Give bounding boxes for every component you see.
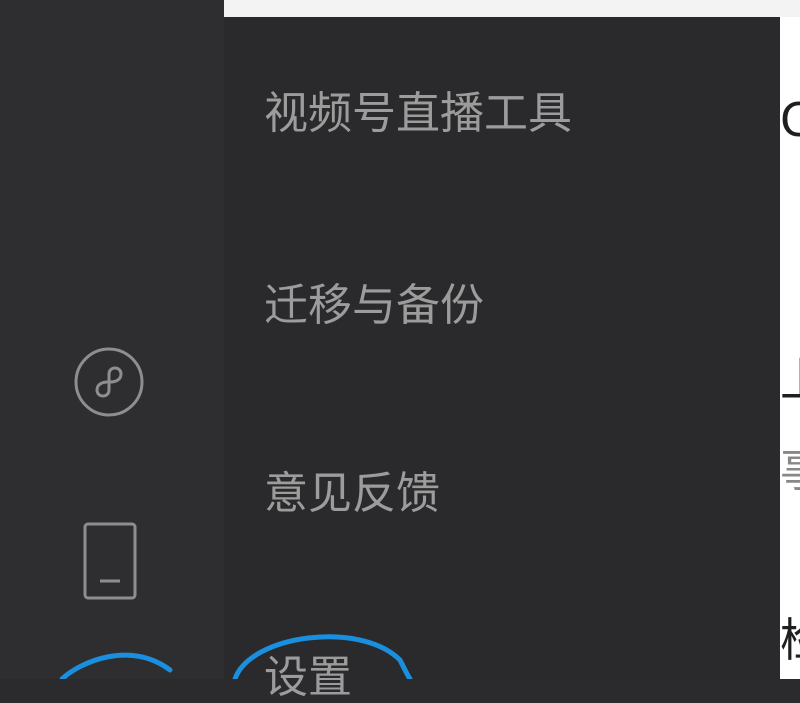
- phone-icon[interactable]: [82, 521, 138, 601]
- menu-item-feedback[interactable]: 意见反馈: [264, 472, 440, 516]
- menu-item-migrate-backup[interactable]: 迁移与备份: [264, 284, 484, 328]
- edge-glyph: C: [780, 93, 800, 147]
- mini-program-icon[interactable]: [73, 346, 145, 418]
- menu-item-channels-live-tool[interactable]: 视频号直播工具: [264, 92, 572, 136]
- underlying-window-edge: C 上 事 检: [780, 17, 800, 679]
- edge-glyph: 上: [780, 357, 800, 403]
- edge-glyph: 事: [780, 447, 800, 493]
- annotation-strokes: [59, 634, 413, 679]
- window-top-strip: [224, 0, 800, 17]
